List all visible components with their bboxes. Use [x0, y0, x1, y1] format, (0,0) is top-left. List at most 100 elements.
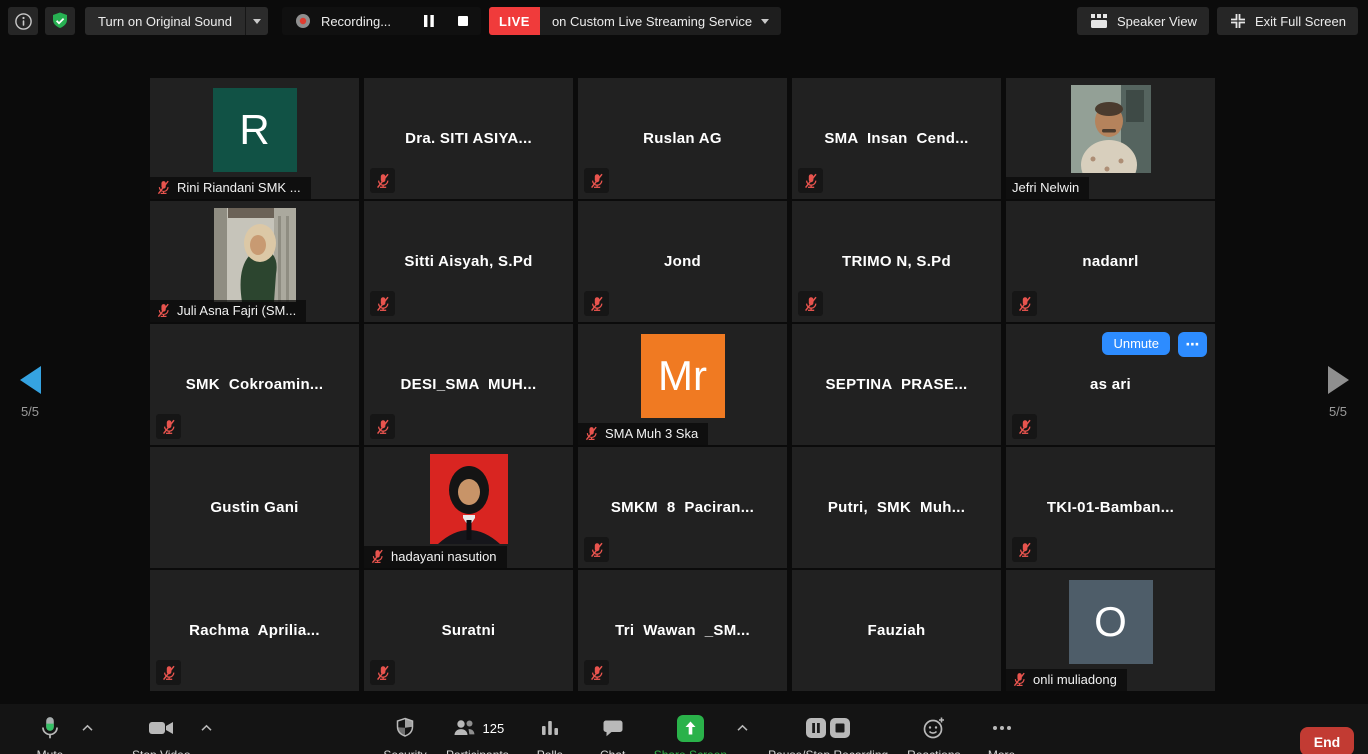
participants-icon	[451, 716, 478, 740]
muted-indicator	[370, 291, 395, 316]
participant-name-chip: Rini Riandani SMK ...	[150, 177, 311, 199]
muted-mic-icon	[1017, 296, 1033, 312]
next-page-button[interactable]: 5/5	[1316, 366, 1360, 419]
participant-tile[interactable]: TRIMO N, S.Pd	[792, 201, 1001, 322]
participant-tile[interactable]: TKI-01-Bamban...	[1006, 447, 1215, 568]
encryption-shield-button[interactable]	[45, 7, 75, 35]
participant-tile[interactable]: Rachma Aprilia...	[150, 570, 359, 691]
recording-label: Recording...	[321, 14, 391, 29]
participant-tile[interactable]: SMKM 8 Paciran...	[578, 447, 787, 568]
participant-tile[interactable]: Juli Asna Fajri (SM...	[150, 201, 359, 322]
participant-tile[interactable]: nadanrl	[1006, 201, 1215, 322]
participant-name: SMA Muh 3 Ska	[605, 426, 698, 441]
participant-tile[interactable]: SMA Insan Cend...	[792, 78, 1001, 199]
toolbar-record-controls[interactable]: Pause/Stop Recording	[768, 714, 888, 754]
original-sound-dropdown[interactable]	[245, 7, 268, 35]
participant-tile[interactable]: DESI_SMA MUH...	[364, 324, 573, 445]
chevron-up-icon	[81, 724, 94, 732]
participant-tile[interactable]: as ariUnmute⋯	[1006, 324, 1215, 445]
chat-icon	[601, 716, 625, 740]
stop-recording-icon[interactable]	[457, 15, 469, 27]
participant-more-button[interactable]: ⋯	[1178, 332, 1207, 357]
toolbar-participants[interactable]: 125Participants	[446, 714, 509, 754]
participant-tile[interactable]: Gustin Gani	[150, 447, 359, 568]
toolbar-participants-label: Participants	[446, 748, 509, 754]
toolbar-share-screen[interactable]: Share Screen	[654, 714, 727, 754]
toolbar-share-screen-chevron[interactable]	[736, 724, 749, 732]
toolbar-stop-video[interactable]: Stop Video	[132, 714, 191, 754]
exit-full-screen-button[interactable]: Exit Full Screen	[1217, 7, 1358, 35]
meeting-info-button[interactable]	[8, 7, 38, 35]
muted-indicator	[584, 660, 609, 685]
chevron-up-icon	[736, 724, 749, 732]
participant-name: Jefri Nelwin	[1012, 180, 1079, 195]
participant-tile[interactable]: Jond	[578, 201, 787, 322]
shield-check-icon	[50, 11, 70, 31]
toolbar-reactions[interactable]: Reactions	[907, 714, 960, 754]
participant-name: Suratni	[364, 570, 573, 691]
participant-name: hadayani nasution	[391, 549, 497, 564]
previous-page-button[interactable]: 5/5	[8, 366, 52, 419]
participant-tile[interactable]: Fauziah	[792, 570, 1001, 691]
participant-photo	[214, 208, 296, 302]
muted-indicator	[370, 660, 395, 685]
speaker-view-button[interactable]: Speaker View	[1077, 7, 1209, 35]
participant-avatar: Mr	[641, 334, 725, 418]
toolbar-polls[interactable]: Polls	[528, 714, 572, 754]
toolbar-center-cluster: Security 125Participants Polls Chat Share Sc…	[383, 714, 1024, 754]
original-sound-button[interactable]: Turn on Original Sound	[85, 7, 245, 35]
toolbar-security[interactable]: Security	[383, 714, 427, 754]
participant-tile[interactable]: Ruslan AG	[578, 78, 787, 199]
toolbar-mute-chevron[interactable]	[81, 724, 94, 732]
muted-mic-icon	[584, 426, 599, 441]
unmute-button[interactable]: Unmute	[1102, 332, 1170, 355]
participant-name: Juli Asna Fajri (SM...	[177, 303, 296, 318]
toolbar-stop-video-chevron[interactable]	[200, 724, 213, 732]
participant-tile[interactable]: Jefri Nelwin	[1006, 78, 1215, 199]
participant-tile[interactable]: hadayani nasution	[364, 447, 573, 568]
toolbar-security-label: Security	[383, 748, 426, 754]
participant-name: Putri, SMK Muh...	[792, 447, 1001, 568]
participant-tile[interactable]: RRini Riandani SMK ...	[150, 78, 359, 199]
zoom-meeting-window: Turn on Original Sound Recording... LIVE…	[0, 0, 1368, 754]
toolbar-mute[interactable]: Mute	[28, 714, 72, 754]
participant-tile[interactable]: Mr SMA Muh 3 Ska	[578, 324, 787, 445]
participant-tile[interactable]: Dra. SITI ASIYA...	[364, 78, 573, 199]
end-meeting-button[interactable]: End	[1300, 727, 1354, 754]
participant-tile[interactable]: Suratni	[364, 570, 573, 691]
muted-indicator	[1012, 291, 1037, 316]
muted-mic-icon	[370, 549, 385, 564]
participant-tile[interactable]: Oonli muliadong	[1006, 570, 1215, 691]
pause-recording-icon[interactable]	[423, 14, 435, 28]
participant-tile[interactable]: Tri Wawan _SM...	[578, 570, 787, 691]
participant-tile[interactable]: SEPTINA PRASE...	[792, 324, 1001, 445]
participant-photo	[1071, 85, 1151, 173]
toolbar-share-screen-label: Share Screen	[654, 748, 727, 754]
muted-mic-icon	[375, 173, 391, 189]
toolbar-chat[interactable]: Chat	[591, 714, 635, 754]
participant-name: TKI-01-Bamban...	[1006, 447, 1215, 568]
muted-indicator	[156, 414, 181, 439]
toolbar-record-controls-label: Pause/Stop Recording	[768, 748, 888, 754]
next-page-arrow-icon	[1328, 366, 1349, 394]
participant-tile[interactable]: Sitti Aisyah, S.Pd	[364, 201, 573, 322]
participant-name: Ruslan AG	[578, 78, 787, 199]
participant-tile[interactable]: SMK Cokroamin...	[150, 324, 359, 445]
muted-indicator	[1012, 414, 1037, 439]
participant-name: onli muliadong	[1033, 672, 1117, 687]
muted-indicator	[584, 537, 609, 562]
live-badge: LIVE	[489, 7, 540, 35]
exit-full-screen-label: Exit Full Screen	[1255, 14, 1346, 29]
muted-indicator	[584, 168, 609, 193]
meeting-toolbar: Mute Stop Video Security 125Participants Po…	[0, 704, 1368, 754]
muted-mic-icon	[375, 665, 391, 681]
toolbar-chat-label: Chat	[600, 748, 625, 754]
toolbar-more[interactable]: More	[980, 714, 1024, 754]
live-service-dropdown[interactable]: on Custom Live Streaming Service	[540, 7, 781, 35]
muted-mic-icon	[161, 419, 177, 435]
security-shield-icon	[393, 716, 417, 740]
participant-avatar	[430, 454, 508, 544]
toolbar-stop-video-label: Stop Video	[132, 748, 191, 754]
participant-tile[interactable]: Putri, SMK Muh...	[792, 447, 1001, 568]
participant-name: Tri Wawan _SM...	[578, 570, 787, 691]
